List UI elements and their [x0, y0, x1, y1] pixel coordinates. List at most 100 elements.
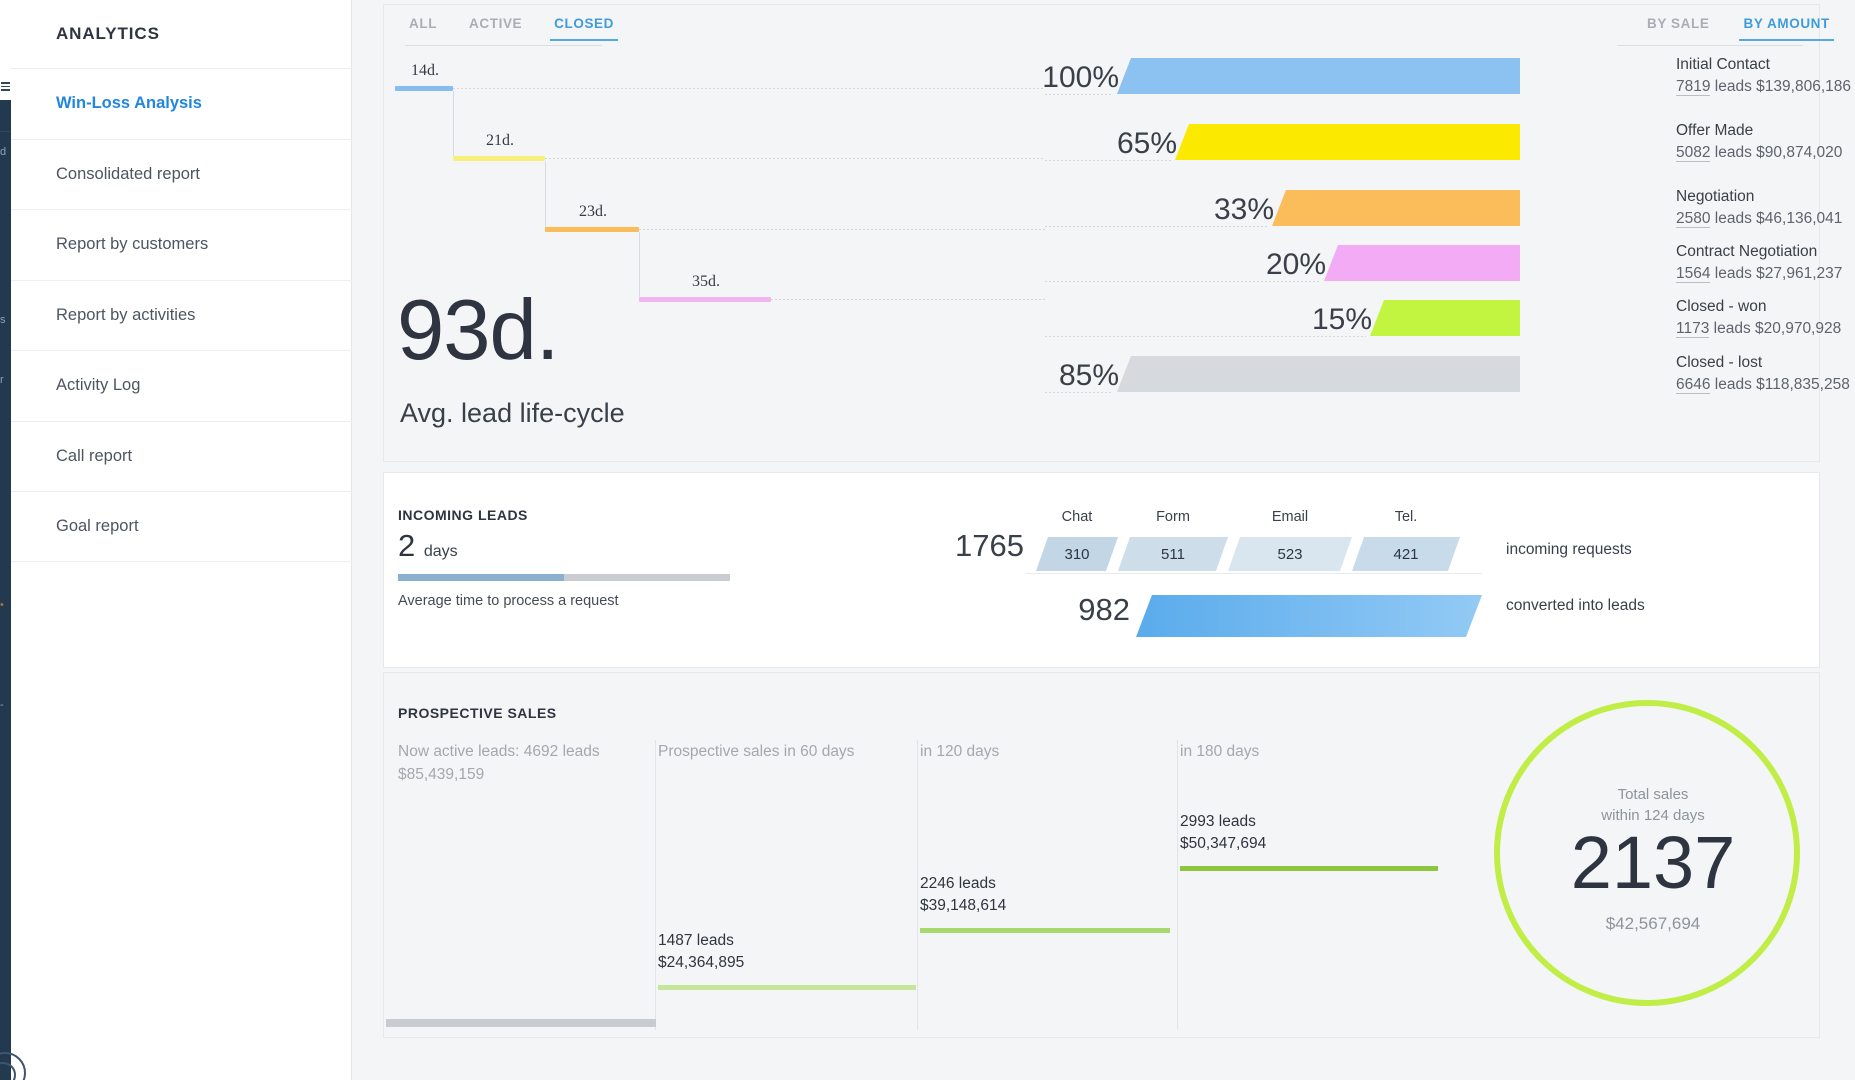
lifecycle-step-bar	[545, 227, 639, 232]
sidebar-item-label: Activity Log	[56, 376, 141, 395]
funnel-amount: $118,835,258	[1756, 376, 1850, 393]
metric-filter-tabs: BY SALE BY AMOUNT	[1617, 16, 1834, 41]
sidebar-item-goal-report[interactable]: Goal report	[11, 491, 352, 562]
incoming-requests-total: 1765	[955, 528, 1024, 563]
lifecycle-riser	[453, 91, 454, 156]
channel-segments: 310 511 523 421	[1036, 537, 1482, 571]
funnel-gridline	[1045, 336, 1366, 337]
gauge-amount: $42,567,694	[1605, 914, 1701, 933]
funnel-amount: $20,970,928	[1755, 320, 1842, 337]
lifecycle-step-label: 23d.	[579, 203, 607, 220]
rail-glyph-customers[interactable]: s	[0, 315, 11, 326]
sidebar-item-label: Call report	[56, 446, 133, 465]
channel-value: 523	[1277, 545, 1303, 563]
converted-leads-bar	[1136, 595, 1482, 637]
funnel-row-text: Negotiation 2580 leads $46,136,041	[1676, 186, 1855, 231]
sidebar-item-activity-log[interactable]: Activity Log	[11, 350, 352, 421]
funnel-percent: 85%	[1058, 359, 1119, 392]
prospective-bar	[920, 928, 1170, 933]
funnel-row[interactable]: 85% Closed - lost 6646 leads $118,835,258	[1045, 350, 1850, 416]
horizontal-scrollbar[interactable]	[386, 1019, 656, 1027]
tab-all[interactable]: ALL	[405, 16, 441, 41]
funnel-row-text: Contract Negotiation 1564 leads $27,961,2…	[1676, 241, 1855, 286]
lifecycle-step-bar	[453, 156, 545, 161]
sidebar-item-label: Win-Loss Analysis	[56, 94, 202, 113]
lifecycle-gridline	[453, 88, 1045, 89]
hamburger-icon[interactable]	[1, 82, 10, 91]
funnel-row-text: Initial Contact 7819 leads $139,806,186	[1676, 54, 1855, 99]
rail-divider	[0, 131, 11, 132]
sidebar-item-win-loss-analysis[interactable]: Win-Loss Analysis	[11, 68, 352, 139]
funnel-amount: $90,874,020	[1756, 144, 1843, 161]
prospective-column-title: in 180 days	[1180, 743, 1260, 760]
lifecycle-step-label: 21d.	[486, 132, 514, 149]
funnel-leads-count[interactable]: 7819	[1676, 78, 1711, 96]
channel-segment[interactable]: 511	[1118, 537, 1228, 571]
sidebar-item-report-by-customers[interactable]: Report by customers	[11, 209, 352, 280]
funnel-row[interactable]: 100% Initial Contact 7819 leads $139,806,1…	[1042, 52, 1851, 118]
lifecycle-gridline	[771, 299, 1045, 300]
channel-label: Tel.	[1394, 509, 1418, 525]
avg-process-progress-track	[398, 574, 730, 581]
channel-segment[interactable]: 421	[1352, 537, 1460, 571]
funnel-row[interactable]: 65% Offer Made 5082 leads $90,874,020	[1045, 118, 1842, 184]
avg-process-note: Average time to process a request	[398, 593, 619, 609]
funnel-bar	[1117, 58, 1520, 94]
total-sales-gauge: Total sales within 124 days 2137 $42,567…	[1494, 700, 1800, 1006]
funnel-bar	[1324, 245, 1520, 281]
rail-glyph-leads[interactable]: d	[0, 147, 11, 158]
funnel-leads-word: leads	[1714, 265, 1752, 282]
tab-by-amount[interactable]: BY AMOUNT	[1739, 16, 1834, 41]
incoming-requests-label: incoming requests	[1506, 541, 1632, 558]
prospective-sales-heading: PROSPECTIVE SALES	[398, 705, 557, 721]
sidebar-item-consolidated-report[interactable]: Consolidated report	[11, 138, 352, 210]
funnel-leads-word: leads	[1713, 320, 1751, 337]
analytics-dashboard: d s r • - ANALYTICS Win-Loss Analysis Con…	[0, 0, 1855, 1080]
rail-glyph-alert[interactable]: •	[0, 600, 11, 611]
prospective-amount: $50,347,694	[1180, 835, 1267, 852]
sidebar-item-call-report[interactable]: Call report	[11, 420, 352, 492]
analytics-sidebar: ANALYTICS Win-Loss Analysis Consolidated …	[11, 0, 352, 1080]
prospective-amount: $24,364,895	[658, 954, 745, 971]
tab-active[interactable]: ACTIVE	[465, 16, 526, 41]
metric-filter-tabs-rule	[1617, 45, 1803, 46]
sidebar-item-label: Report by customers	[56, 235, 209, 254]
funnel-gridline	[1045, 281, 1320, 282]
channel-label: Chat	[1061, 509, 1093, 525]
funnel-leads-word: leads	[1714, 144, 1752, 161]
gauge-value: 2137	[1570, 821, 1736, 904]
tab-closed[interactable]: CLOSED	[550, 16, 619, 41]
tab-by-sale[interactable]: BY SALE	[1643, 16, 1713, 41]
funnel-leads-count[interactable]: 1564	[1676, 265, 1711, 283]
channel-segment[interactable]: 523	[1228, 537, 1352, 571]
app-nav-rail[interactable]	[0, 0, 11, 1080]
funnel-bar	[1117, 356, 1520, 392]
status-filter-tabs-rule	[405, 45, 602, 46]
prospective-amount: $39,148,614	[920, 897, 1007, 914]
rail-glyph-settings[interactable]: -	[0, 700, 11, 711]
avg-process-days-value: 2	[398, 528, 416, 563]
sidebar-item-report-by-activities[interactable]: Report by activities	[11, 279, 352, 351]
sidebar-menu: Win-Loss Analysis Consolidated report Repo…	[11, 68, 352, 562]
funnel-leads-count[interactable]: 5082	[1676, 144, 1711, 162]
funnel-gridline	[1045, 94, 1113, 95]
channel-value: 310	[1064, 545, 1090, 563]
funnel-leads-count[interactable]: 2580	[1676, 210, 1711, 228]
funnel-row-text: Offer Made 5082 leads $90,874,020	[1676, 120, 1855, 165]
funnel-leads-count[interactable]: 1173	[1676, 320, 1710, 338]
incoming-divider	[1026, 573, 1482, 574]
funnel-bar	[1175, 124, 1520, 160]
prospective-leads: 2246 leads	[920, 875, 996, 892]
channel-value: 421	[1393, 545, 1419, 563]
lifecycle-riser	[639, 232, 640, 297]
channel-segment[interactable]: 310	[1036, 537, 1118, 571]
avg-lifecycle-caption: Avg. lead life-cycle	[400, 398, 625, 428]
prospective-leads: 1487 leads	[658, 932, 734, 949]
sidebar-item-label: Consolidated report	[56, 164, 201, 183]
rail-glyph-reports[interactable]: r	[0, 375, 11, 386]
funnel-leads-word: leads	[1714, 78, 1752, 95]
funnel-leads-count[interactable]: 6646	[1676, 376, 1711, 394]
prospective-leads: 2993 leads	[1180, 813, 1256, 830]
converted-leads-label: converted into leads	[1506, 597, 1645, 614]
lifecycle-riser	[545, 161, 546, 227]
